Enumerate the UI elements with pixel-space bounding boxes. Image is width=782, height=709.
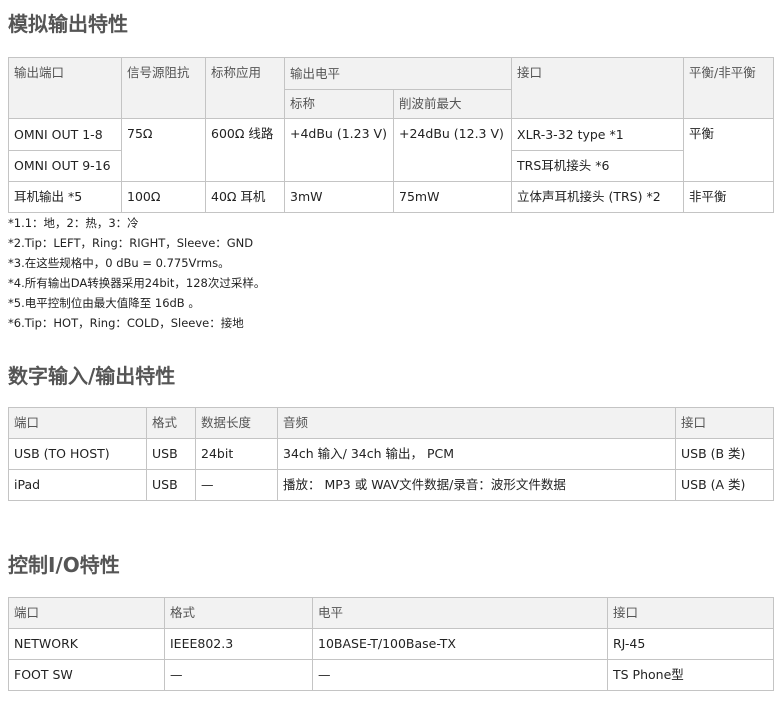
table-header-row: 输出端口 信号源阻抗 标称应用 输出电平 接口 平衡/非平衡 (8, 57, 775, 119)
cell-format: USB (146, 438, 196, 470)
cell-audio: 播放： MP3 或 WAV文件数据/录音：波形文件数据 (277, 469, 676, 501)
cell-format: — (164, 659, 313, 691)
cell-impedance: 100Ω (121, 181, 206, 213)
analog-section-title: 模拟输出特性 (8, 12, 128, 36)
cell-connector: XLR-3-32 type *1 (511, 118, 685, 151)
header-port: 输出端口 (8, 57, 122, 119)
cell-port: OMNI OUT 9-16 (8, 150, 122, 182)
cell-audio: 34ch 输入/ 34ch 输出， PCM (277, 438, 676, 470)
table-row: NETWORK IEEE802.3 10BASE-T/100Base-TX RJ… (8, 628, 774, 660)
cell-level-max: +24dBu (12.3 V) (392, 118, 513, 182)
header-connector: 接口 (511, 57, 685, 119)
table-header-row: 端口 格式 数据长度 音频 接口 (8, 407, 774, 439)
analog-output-table: 输出端口 信号源阻抗 标称应用 输出电平 接口 平衡/非平衡 标称 削波前最大 … (8, 57, 775, 213)
header-format: 格式 (164, 597, 313, 629)
header-nominal-impedance: 标称应用 (205, 57, 285, 119)
digital-io-table: 端口 格式 数据长度 音频 接口 USB (TO HOST) USB 24bit… (8, 407, 774, 501)
table-row: 耳机输出 *5 100Ω 40Ω 耳机 3mW 75mW 立体声耳机接头 (TR… (8, 181, 775, 213)
control-section-title: 控制I/O特性 (8, 553, 120, 577)
cell-level-max: 75mW (392, 181, 513, 213)
table-header-row: 端口 格式 电平 接口 (8, 597, 774, 629)
cell-level: 10BASE-T/100Base-TX (312, 628, 608, 660)
header-level-nominal: 标称 (284, 89, 394, 119)
header-port: 端口 (8, 597, 165, 629)
footnote: *1.1：地，2：热，3：冷 (8, 216, 139, 230)
table-row: USB (TO HOST) USB 24bit 34ch 输入/ 34ch 输出… (8, 438, 774, 470)
cell-balance: 平衡 (683, 118, 775, 182)
header-format: 格式 (146, 407, 196, 439)
header-data-length: 数据长度 (195, 407, 278, 439)
header-source-impedance: 信号源阻抗 (121, 57, 206, 119)
footnote: *6.Tip：HOT，Ring：COLD，Sleeve：接地 (8, 316, 244, 330)
footnote: *4.所有输出DA转换器采用24bit，128次过采样。 (8, 276, 266, 290)
table-row: iPad USB — 播放： MP3 或 WAV文件数据/录音：波形文件数据 U… (8, 469, 774, 501)
cell-format: IEEE802.3 (164, 628, 313, 660)
cell-port: OMNI OUT 1-8 (8, 118, 122, 151)
cell-nominal: 600Ω 线路 (205, 118, 285, 182)
cell-impedance: 75Ω (121, 118, 206, 182)
footnote: *3.在这些规格中，0 dBu = 0.775Vrms。 (8, 256, 230, 270)
cell-connector: RJ-45 (607, 628, 774, 660)
cell-connector: TS Phone型 (607, 659, 774, 691)
cell-connector: 立体声耳机接头 (TRS) *2 (511, 181, 685, 213)
header-balance: 平衡/非平衡 (683, 57, 775, 119)
cell-port: iPad (8, 469, 147, 501)
cell-port: FOOT SW (8, 659, 165, 691)
cell-nominal: 40Ω 耳机 (205, 181, 285, 213)
header-audio: 音频 (277, 407, 676, 439)
header-connector: 接口 (675, 407, 774, 439)
control-io-table: 端口 格式 电平 接口 NETWORK IEEE802.3 10BASE-T/1… (8, 597, 774, 691)
header-output-level: 输出电平 (283, 57, 513, 90)
footnotes: *1.1：地，2：热，3：冷 *2.Tip：LEFT，Ring：RIGHT，Sl… (8, 213, 265, 333)
cell-connector: USB (A 类) (675, 469, 774, 501)
cell-data-length: — (195, 469, 278, 501)
header-port: 端口 (8, 407, 147, 439)
cell-level: — (312, 659, 608, 691)
cell-port: 耳机输出 *5 (8, 181, 122, 213)
footnote: *2.Tip：LEFT，Ring：RIGHT，Sleeve：GND (8, 236, 254, 250)
table-row: FOOT SW — — TS Phone型 (8, 659, 774, 691)
cell-level-nominal: +4dBu (1.23 V) (284, 118, 394, 182)
cell-balance: 非平衡 (683, 181, 775, 213)
cell-connector: TRS耳机接头 *6 (511, 150, 685, 182)
digital-section-title: 数字输入/输出特性 (8, 364, 176, 388)
header-level-max: 削波前最大 (392, 89, 513, 119)
cell-format: USB (146, 469, 196, 501)
cell-connector: USB (B 类) (675, 438, 774, 470)
header-level: 电平 (312, 597, 608, 629)
cell-data-length: 24bit (195, 438, 278, 470)
footnote: *5.电平控制位由最大值降至 16dB 。 (8, 296, 200, 310)
cell-level-nominal: 3mW (284, 181, 394, 213)
cell-port: NETWORK (8, 628, 165, 660)
header-connector: 接口 (607, 597, 774, 629)
table-row: OMNI OUT 1-8 75Ω 600Ω 线路 +4dBu (1.23 V) … (8, 118, 775, 182)
cell-port: USB (TO HOST) (8, 438, 147, 470)
